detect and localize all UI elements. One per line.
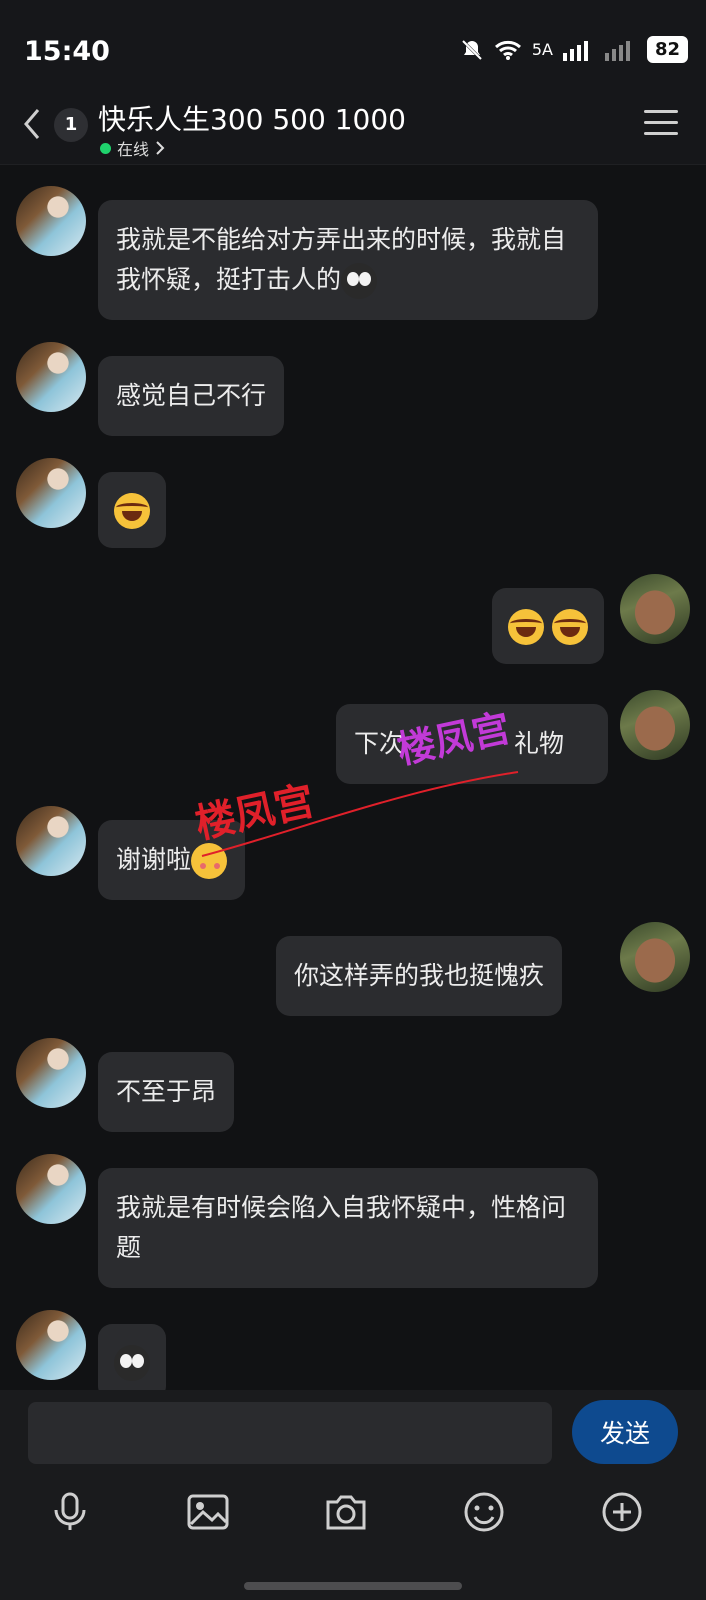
message-bubble[interactable]: 你这样弄的我也挺愧疚 [276,936,563,1016]
message-text-tail: 礼物 [514,729,565,758]
contact-avatar[interactable] [16,1154,86,1224]
status-bar: 15:40 5A 82 [0,0,706,86]
microphone-icon[interactable] [48,1490,92,1534]
contact-avatar[interactable] [16,342,86,412]
message-bubble[interactable]: 我就是不能给对方弄出来的时候，我就自我怀疑，挺打击人的 [98,200,598,320]
signal-weak-icon [604,40,630,61]
menu-button[interactable] [644,110,678,138]
chat-header: 1 快乐人生300 500 1000 在线 [0,86,706,165]
my-avatar[interactable] [620,690,690,760]
chat-title: 快乐人生300 500 1000 [98,103,406,136]
signal-icon [562,40,588,61]
laugh-cry-emoji-icon [551,609,588,645]
menu-line [644,121,678,124]
message-input[interactable] [28,1402,552,1464]
message-bubble[interactable] [98,1324,166,1390]
home-indicator[interactable] [244,1582,462,1590]
chevron-right-icon [156,141,165,155]
send-button[interactable]: 发送 [572,1400,678,1464]
contact-avatar[interactable] [16,1310,86,1380]
my-avatar[interactable] [620,922,690,992]
menu-line [644,132,678,135]
wifi-icon [494,40,521,60]
message-bubble[interactable] [98,472,166,548]
network-type-label: 5A [531,40,553,59]
unread-count-badge[interactable]: 1 [54,108,88,142]
online-dot [100,142,111,154]
eyes-emoji-icon [341,263,378,299]
contact-avatar[interactable] [16,806,86,876]
message-bubble[interactable]: 我就是有时候会陷入自我怀疑中，性格问题 [98,1168,598,1288]
online-status[interactable]: 在线 [100,136,165,160]
message-text: 谢谢啦 [116,845,192,874]
camera-icon[interactable] [324,1490,368,1534]
my-avatar[interactable] [620,574,690,644]
laugh-cry-emoji-icon [508,609,544,645]
battery-indicator: 82 [646,36,688,63]
status-icons: 5A 82 [460,36,688,63]
image-icon[interactable] [186,1490,230,1534]
eyes-emoji-icon [114,1345,150,1381]
message-bubble[interactable]: 感觉自己不行 [98,356,285,436]
contact-avatar[interactable] [16,458,86,528]
menu-line [644,110,678,113]
message-bubble[interactable] [492,588,604,664]
mute-bell-icon [461,39,482,60]
message-text: 我就是有时候会陷入自我怀疑中，性格问题 [116,1193,567,1262]
laugh-cry-emoji-icon [114,493,150,529]
composer-bar: 发送 [0,1390,706,1600]
contact-avatar[interactable] [16,1038,86,1108]
plus-circle-icon[interactable] [600,1490,644,1534]
emoji-icon[interactable] [462,1490,506,1534]
online-status-label: 在线 [117,140,150,159]
contact-avatar[interactable] [16,186,86,256]
back-arrow-icon[interactable] [20,106,44,142]
message-text: 不至于昂 [116,1077,217,1106]
message-text: 你这样弄的我也挺愧疚 [294,961,545,990]
message-bubble[interactable]: 不至于昂 [98,1052,235,1132]
message-text: 感觉自己不行 [116,381,267,410]
status-time: 15:40 [24,36,110,67]
